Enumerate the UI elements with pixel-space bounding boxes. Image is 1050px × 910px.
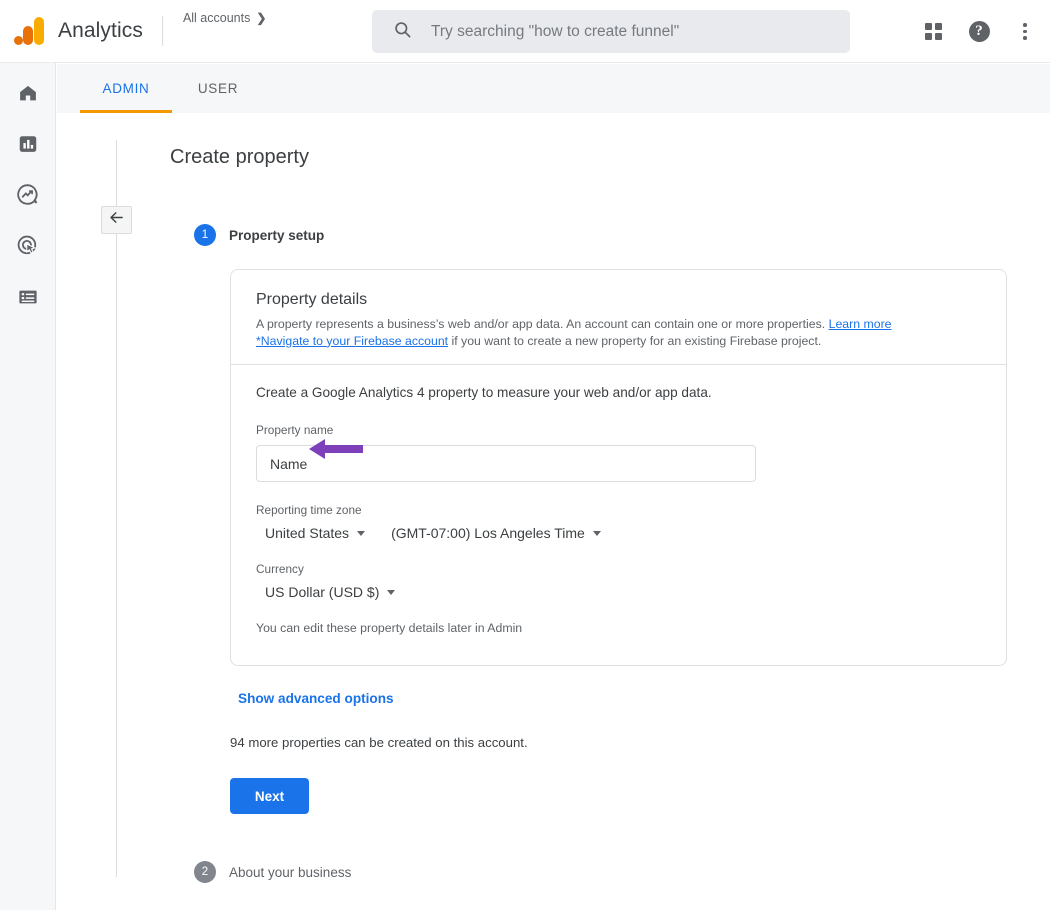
card-lead-text: Create a Google Analytics 4 property to … [256, 385, 981, 400]
tab-user[interactable]: USER [172, 64, 264, 113]
currency-label: Currency [256, 562, 981, 576]
property-name-group: Property name [256, 423, 981, 482]
step-2-header[interactable]: 2 About your business [194, 861, 351, 883]
card-body: Create a Google Analytics 4 property to … [231, 365, 1006, 665]
advertising-target-icon [16, 234, 39, 262]
chevron-right-icon: ❯ [256, 11, 266, 25]
search-icon [372, 20, 412, 44]
card-description: A property represents a business’s web a… [256, 316, 962, 349]
step-1-number: 1 [194, 224, 216, 246]
more-options-button[interactable] [1012, 19, 1038, 45]
time-zone-label: Reporting time zone [256, 503, 981, 517]
account-switcher-label: All accounts [183, 11, 250, 25]
step-1-label: Property setup [229, 228, 324, 243]
explore-trending-icon [16, 183, 39, 211]
chevron-down-icon [357, 531, 365, 536]
property-name-input[interactable] [256, 445, 756, 482]
card-footer-note: You can edit these property details late… [256, 621, 981, 635]
show-advanced-options-link[interactable]: Show advanced options [238, 691, 394, 706]
card-description-text: A property represents a business’s web a… [256, 317, 829, 331]
sidebar-item-reports[interactable] [15, 133, 41, 159]
time-zone-offset-select[interactable]: (GMT-07:00) Los Angeles Time [391, 525, 601, 541]
reports-bar-chart-icon [17, 133, 39, 160]
back-button[interactable] [101, 206, 132, 234]
page-title: Create property [170, 146, 309, 169]
card-header: Property details A property represents a… [231, 270, 1006, 364]
help-button[interactable]: ? [966, 19, 992, 45]
currency-group: Currency US Dollar (USD $) [256, 562, 981, 600]
sidebar-item-home[interactable] [15, 82, 41, 108]
help-icon: ? [969, 21, 990, 42]
main-content: Create property 1 Property setup Propert… [57, 113, 1050, 910]
step-2-label: About your business [229, 865, 351, 880]
time-zone-offset-value: (GMT-07:00) Los Angeles Time [391, 525, 585, 541]
time-zone-country-select[interactable]: United States [265, 525, 365, 541]
apps-grid-icon [925, 23, 942, 40]
step-2-number: 2 [194, 861, 216, 883]
chevron-down-icon [387, 590, 395, 595]
property-name-label: Property name [256, 423, 981, 437]
property-quota-text: 94 more properties can be created on thi… [230, 735, 528, 750]
property-details-card: Property details A property represents a… [230, 269, 1007, 666]
top-app-bar: Analytics All accounts ❯ ? [0, 0, 1050, 63]
card-description-suffix: if you want to create a new property for… [448, 334, 821, 348]
tab-admin[interactable]: ADMIN [80, 64, 172, 113]
left-nav-rail [0, 63, 56, 910]
arrow-left-icon [108, 209, 125, 231]
global-search[interactable] [372, 10, 850, 53]
configure-list-icon [17, 286, 39, 313]
home-icon [17, 82, 39, 109]
firebase-account-link[interactable]: *Navigate to your Firebase account [256, 334, 448, 348]
next-button[interactable]: Next [230, 778, 309, 814]
brand-name: Analytics [58, 19, 143, 43]
brand-divider [162, 16, 163, 46]
time-zone-country-value: United States [265, 525, 349, 541]
google-analytics-logo [14, 16, 44, 46]
card-heading: Property details [256, 291, 981, 309]
search-input[interactable] [429, 22, 819, 42]
stepper-connector-line [116, 140, 117, 877]
top-bar-actions: ? [920, 0, 1038, 63]
sidebar-item-configure[interactable] [15, 286, 41, 312]
account-switcher[interactable]: All accounts ❯ [183, 11, 266, 25]
chevron-down-icon [593, 531, 601, 536]
apps-grid-button[interactable] [920, 19, 946, 45]
currency-select[interactable]: US Dollar (USD $) [265, 584, 395, 600]
learn-more-link[interactable]: Learn more [829, 317, 892, 331]
admin-user-tabbar: ADMIN USER [57, 64, 1050, 113]
more-vert-icon [1023, 23, 1027, 40]
currency-value: US Dollar (USD $) [265, 584, 379, 600]
sidebar-item-explore[interactable] [15, 184, 41, 210]
step-1-header: 1 Property setup [194, 224, 324, 246]
sidebar-item-advertising[interactable] [15, 235, 41, 261]
time-zone-group: Reporting time zone United States (GMT-0… [256, 503, 981, 541]
